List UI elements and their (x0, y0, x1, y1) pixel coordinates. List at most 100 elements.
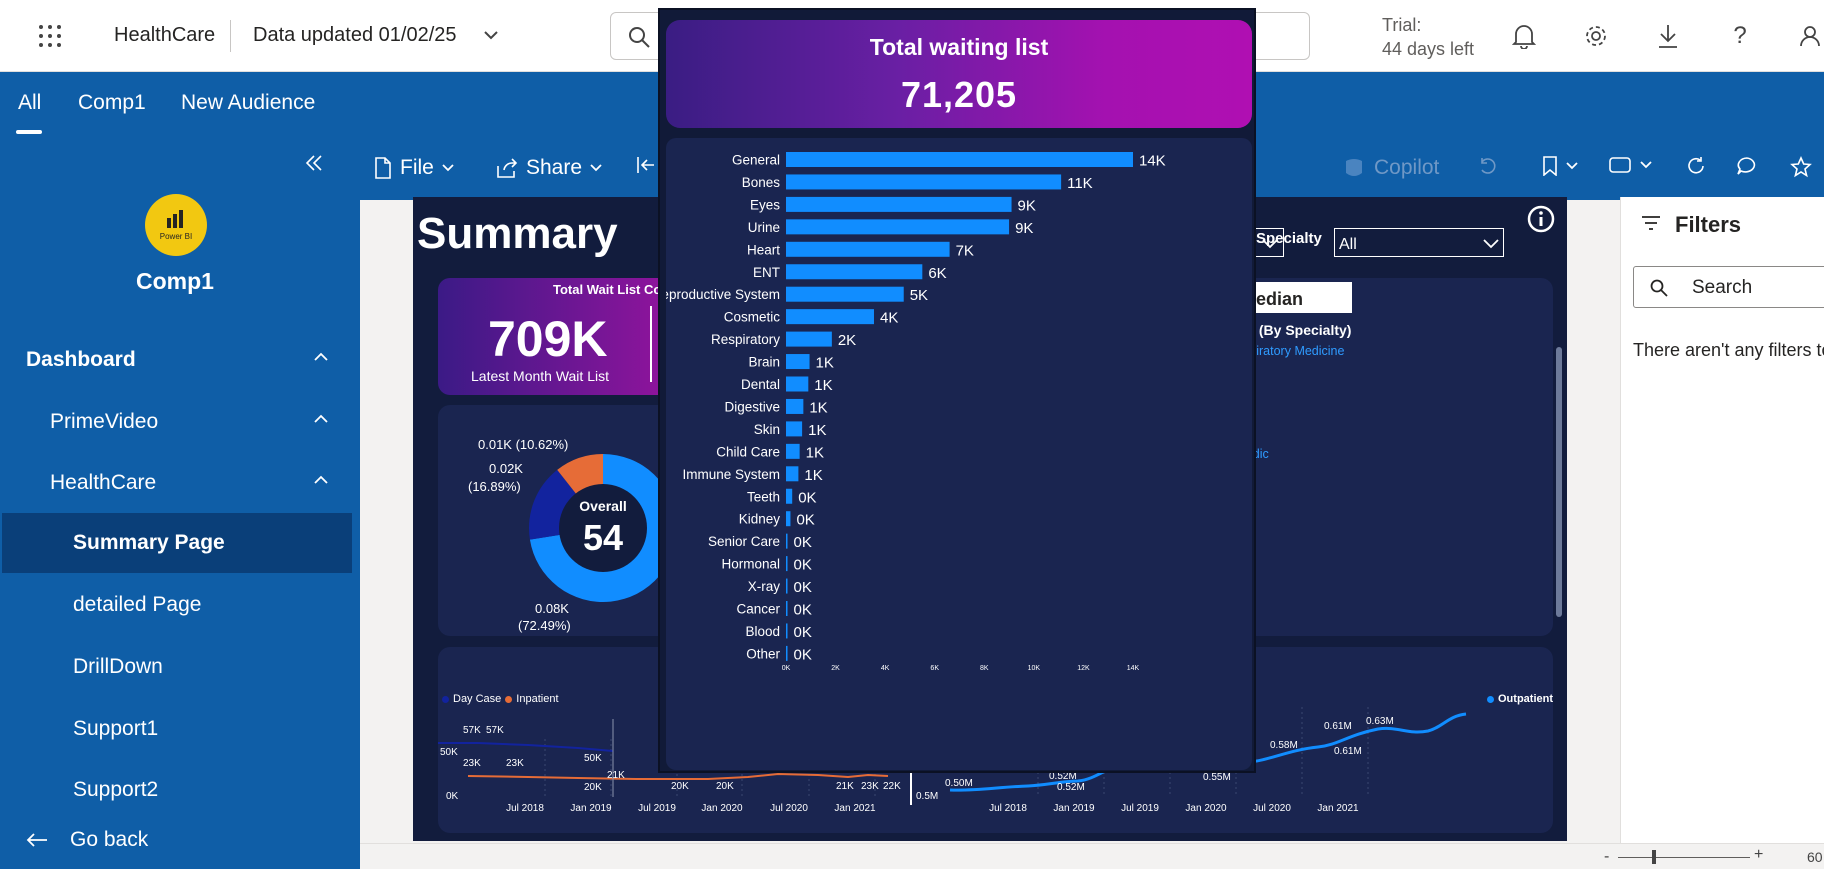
zoom-slider-track[interactable] (1618, 857, 1750, 858)
bar-value-label: 2K (838, 332, 856, 349)
donut-label: 0.02K (489, 461, 523, 476)
zoom-slider-thumb[interactable] (1652, 850, 1656, 864)
bar[interactable] (786, 533, 788, 549)
specialty-value: All (1339, 236, 1357, 253)
file-menu[interactable]: File (374, 156, 454, 180)
bar-category-label: Immune System (682, 467, 780, 482)
bar[interactable] (786, 645, 788, 661)
kpi-divider (650, 306, 652, 382)
active-tab-indicator (16, 130, 42, 134)
zoom-in-button[interactable]: + (1754, 846, 1763, 864)
bar[interactable] (786, 376, 809, 392)
bar[interactable] (786, 286, 904, 302)
bar-category-label: Skin (754, 422, 780, 437)
filters-search-input[interactable]: Search (1633, 266, 1824, 308)
data-label: 0.55M (1203, 772, 1231, 783)
share-people-icon[interactable] (1796, 20, 1824, 52)
bar[interactable] (786, 578, 788, 594)
sidebar-item-primevideo[interactable]: PrimeVideo (0, 392, 350, 452)
legend-daycase: Day Case (453, 693, 502, 705)
x-axis-tick: 10K (1028, 665, 1041, 672)
app-launcher-icon[interactable] (34, 20, 66, 52)
bar[interactable] (786, 196, 1012, 212)
data-updated-dropdown[interactable]: Data updated 01/02/25 (253, 24, 457, 47)
bar[interactable] (786, 556, 788, 572)
bell-icon[interactable] (1508, 20, 1540, 52)
filters-title: Filters (1675, 212, 1742, 237)
tab-comp1[interactable]: Comp1 (78, 91, 146, 115)
help-icon[interactable]: ? (1724, 20, 1756, 52)
bar[interactable] (786, 264, 923, 280)
bar[interactable] (786, 488, 793, 504)
data-label: 20K (671, 781, 689, 792)
undo-icon[interactable] (1478, 156, 1498, 176)
bar[interactable] (786, 601, 788, 616)
download-icon[interactable] (1652, 20, 1684, 52)
copilot-label: Copilot (1374, 156, 1440, 179)
x-axis-tick: 8K (980, 665, 989, 672)
arrow-left-icon (26, 832, 48, 848)
bar[interactable] (786, 443, 800, 459)
chevron-down-icon[interactable] (484, 30, 498, 40)
bar[interactable] (786, 511, 791, 527)
first-page-icon[interactable] (636, 156, 656, 174)
bar[interactable] (786, 623, 788, 639)
sidebar-item-label: HealthCare (50, 471, 157, 494)
data-label: 0.61M (1334, 746, 1362, 757)
info-icon[interactable] (1527, 205, 1555, 233)
bar-value-label: 0K (794, 579, 812, 596)
inpatient-line[interactable] (467, 772, 889, 780)
donut-label: (16.89%) (468, 479, 521, 494)
file-label: File (400, 156, 434, 179)
sidebar-item-summary-page[interactable]: Summary Page (2, 513, 352, 573)
data-label: 23K (463, 758, 481, 769)
tab-all[interactable]: All (18, 91, 41, 115)
comment-icon[interactable] (1736, 156, 1758, 176)
bar[interactable] (786, 309, 874, 325)
sidebar-item-support1[interactable]: Support1 (0, 699, 350, 759)
app-name[interactable]: HealthCare (114, 24, 215, 47)
sidebar-item-label: DrillDown (73, 655, 163, 678)
bookmark-icon[interactable] (1542, 156, 1578, 176)
tab-new-audience[interactable]: New Audience (181, 91, 315, 115)
collapse-sidebar-icon[interactable] (305, 154, 323, 172)
share-menu[interactable]: Share (496, 156, 602, 180)
gear-icon[interactable] (1580, 20, 1612, 52)
daycase-line[interactable] (438, 742, 614, 752)
legend-dot (442, 695, 449, 703)
copilot-button[interactable]: Copilot (1342, 156, 1439, 180)
slicer-dropdown-partial[interactable] (1255, 228, 1284, 257)
bar-value-label: 5K (910, 287, 928, 304)
refresh-icon[interactable] (1686, 156, 1706, 176)
specialty-dropdown[interactable]: All (1334, 228, 1504, 257)
popup-title: Total waiting list (869, 34, 1049, 60)
bar[interactable] (786, 331, 832, 347)
go-back-button[interactable]: Go back (0, 810, 350, 870)
power-bi-logo: Power BI (145, 194, 207, 256)
popup-header-card: Total waiting list 71,205 (666, 20, 1252, 128)
bar[interactable] (786, 241, 950, 257)
copilot-icon (1346, 159, 1362, 176)
go-back-label: Go back (70, 828, 149, 851)
sidebar-item-drilldown[interactable]: DrillDown (0, 637, 350, 697)
waiting-list-bar-chart[interactable]: General 14K Bones 11K Eyes 9K Urine 9K Heart 7K EN… (666, 138, 1252, 770)
sidebar-item-healthcare[interactable]: HealthCare (0, 453, 350, 513)
sidebar-item-dashboard[interactable]: Dashboard (0, 330, 350, 390)
bar[interactable] (786, 219, 1010, 235)
zoom-out-button[interactable]: - (1604, 848, 1609, 866)
report-scrollbar[interactable] (1556, 347, 1562, 617)
bar[interactable] (786, 421, 803, 437)
bar-category-label: Teeth (747, 489, 780, 504)
bar[interactable] (786, 152, 1133, 167)
bar-category-label: General (732, 153, 780, 168)
bar[interactable] (786, 174, 1062, 190)
filter-icon (1641, 215, 1661, 231)
view-icon[interactable] (1608, 156, 1652, 174)
sidebar-item-detailed-page[interactable]: detailed Page (0, 575, 350, 635)
bar[interactable] (786, 354, 810, 370)
filters-pane: Filters Search There aren't any filters … (1620, 197, 1824, 869)
star-icon[interactable] (1790, 156, 1812, 178)
search-icon (1650, 279, 1668, 297)
bar[interactable] (786, 398, 804, 414)
bar[interactable] (786, 466, 799, 482)
